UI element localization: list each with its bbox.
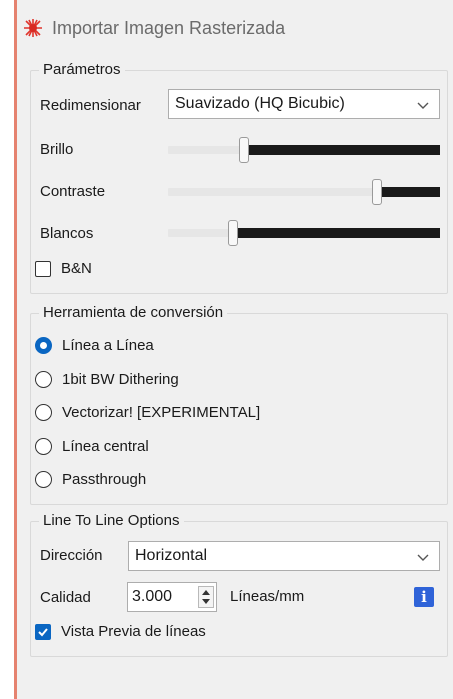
whites-label: Blancos: [40, 225, 94, 242]
direction-select-value: Horizontal: [135, 547, 208, 564]
preview-lines-label: Vista Previa de líneas: [61, 623, 206, 640]
resize-select-value: Suavizado (HQ Bicubic): [175, 95, 345, 112]
parametros-legend: Parámetros: [39, 61, 125, 78]
left-strip: [0, 0, 14, 699]
resize-select[interactable]: Suavizado (HQ Bicubic): [168, 89, 440, 119]
radio-passthrough-label[interactable]: Passthrough: [62, 471, 146, 488]
direction-select[interactable]: Horizontal: [128, 541, 440, 571]
radio-passthrough[interactable]: [35, 471, 52, 488]
panel-title: Importar Imagen Rasterizada: [20, 14, 285, 42]
stepper-down-icon[interactable]: [202, 599, 210, 604]
brightness-slider[interactable]: [168, 135, 440, 165]
quality-unit-label: Líneas/mm: [230, 588, 305, 605]
contrast-slider[interactable]: [168, 177, 440, 207]
info-icon[interactable]: i: [414, 587, 434, 607]
panel-title-text: Importar Imagen Rasterizada: [52, 17, 286, 38]
slider-track: [168, 229, 233, 237]
slider-track-filled: [233, 228, 440, 238]
slider-thumb[interactable]: [228, 220, 238, 246]
radio-vectorize[interactable]: [35, 404, 52, 421]
checkmark-icon: [38, 628, 48, 637]
slider-track: [168, 188, 377, 196]
quality-stepper[interactable]: 3.000: [127, 582, 217, 612]
bw-checkbox[interactable]: [35, 261, 51, 277]
radio-line-to-line[interactable]: [35, 337, 52, 354]
stepper-up-icon[interactable]: [202, 590, 210, 595]
radio-vectorize-label[interactable]: Vectorizar! [EXPERIMENTAL]: [62, 404, 260, 421]
brightness-label: Brillo: [40, 141, 74, 158]
resize-label: Redimensionar: [40, 97, 141, 114]
radio-dithering-label[interactable]: 1bit BW Dithering: [62, 371, 179, 388]
quality-stepper-value: 3.000: [132, 588, 173, 605]
preview-lines-checkbox[interactable]: [35, 624, 51, 640]
chevron-down-icon: [417, 98, 429, 110]
direction-label: Dirección: [40, 547, 103, 564]
radio-centerline-label[interactable]: Línea central: [62, 438, 149, 455]
quality-stepper-buttons[interactable]: [198, 586, 214, 608]
radio-dithering[interactable]: [35, 371, 52, 388]
line-options-legend: Line To Line Options: [39, 512, 184, 529]
slider-track-filled: [244, 145, 440, 155]
conversion-tool-legend: Herramienta de conversión: [39, 304, 228, 321]
slider-thumb[interactable]: [239, 137, 249, 163]
slider-track: [168, 146, 244, 154]
laser-logo-icon: [20, 17, 46, 39]
quality-label: Calidad: [40, 589, 91, 606]
radio-line-to-line-label[interactable]: Línea a Línea: [62, 337, 154, 354]
radio-centerline[interactable]: [35, 438, 52, 455]
chevron-down-icon: [417, 550, 429, 562]
whites-slider[interactable]: [168, 218, 440, 248]
slider-track-filled: [377, 187, 440, 197]
bw-label: B&N: [61, 260, 92, 277]
contrast-label: Contraste: [40, 183, 106, 200]
slider-thumb[interactable]: [372, 179, 382, 205]
